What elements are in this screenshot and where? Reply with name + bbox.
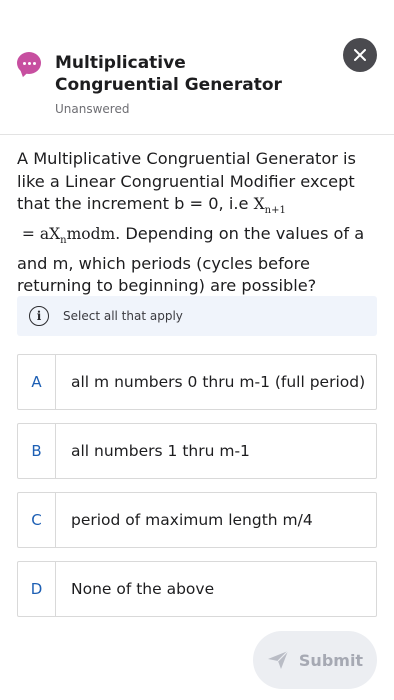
instruction-box: i Select all that apply	[17, 296, 377, 336]
formula-coef: a	[39, 224, 50, 243]
option-letter: D	[18, 562, 56, 616]
option-text: None of the above	[71, 580, 215, 598]
formula-eq: =	[17, 224, 40, 243]
option-text: all numbers 1 thru m-1	[71, 442, 250, 460]
option-text: period of maximum length m/4	[71, 511, 313, 529]
formula-lhs-base: X	[253, 195, 265, 214]
chat-bubble-icon	[17, 52, 41, 79]
question-header: Multiplicative Congruential Generator Un…	[0, 0, 394, 135]
option-letter: B	[18, 424, 56, 478]
formula-rhs-base: X	[49, 224, 61, 243]
answer-status: Unanswered	[55, 102, 130, 116]
question-text: A Multiplicative Congruential Generator …	[17, 148, 377, 298]
option-d[interactable]: D None of the above	[17, 561, 377, 617]
option-a[interactable]: A all m numbers 0 thru m-1 (full period)	[17, 354, 377, 410]
option-c[interactable]: C period of maximum length m/4	[17, 492, 377, 548]
option-letter: C	[18, 493, 56, 547]
send-icon	[267, 650, 289, 669]
info-icon: i	[29, 306, 49, 326]
close-button[interactable]	[343, 38, 377, 72]
option-text: all m numbers 0 thru m-1 (full period)	[71, 373, 366, 391]
instruction-text: Select all that apply	[63, 309, 183, 323]
formula-lhs-sub: n+1	[264, 205, 286, 217]
submit-button[interactable]: Submit	[253, 631, 377, 689]
option-letter: A	[18, 355, 56, 409]
question-part1: A Multiplicative Congruential Generator …	[17, 149, 356, 214]
question-title: Multiplicative Congruential Generator	[55, 53, 282, 95]
submit-label: Submit	[298, 650, 364, 670]
option-b[interactable]: B all numbers 1 thru m-1	[17, 423, 377, 479]
close-icon	[354, 49, 366, 61]
formula-mod: modm	[66, 224, 116, 243]
